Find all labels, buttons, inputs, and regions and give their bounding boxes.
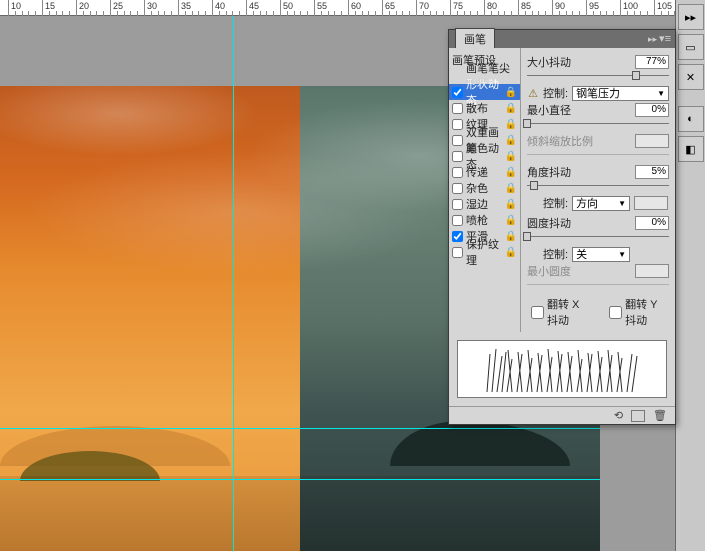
- opt-shape-dynamics[interactable]: 形状动态🔒: [449, 84, 520, 100]
- min-roundness-slider: [527, 280, 669, 290]
- lock-icon: 🔒: [505, 167, 517, 178]
- expand-panels-icon[interactable]: ▸▸: [678, 4, 704, 30]
- angle-jitter-value[interactable]: 5%: [635, 165, 669, 179]
- tilt-scale-value: [635, 134, 669, 148]
- control1-select[interactable]: 钢笔压力▼: [572, 86, 669, 101]
- right-toolbar: ▸▸ ▭ ✕ ◐ ◧: [675, 0, 705, 551]
- angle-jitter-slider[interactable]: [527, 181, 669, 191]
- min-roundness-label: 最小圆度: [527, 263, 571, 279]
- lock-icon: 🔒: [505, 199, 517, 210]
- brush-panel: 画笔 ▸▸ ▾≡ 画笔预设 画笔笔尖形状 形状动态🔒 散布🔒 纹理🔒 双重画笔🔒…: [448, 29, 676, 425]
- control3-select[interactable]: 关▼: [572, 247, 630, 262]
- brush-options-list: 画笔预设 画笔笔尖形状 形状动态🔒 散布🔒 纹理🔒 双重画笔🔒 颜色动态🔒 传递…: [449, 48, 521, 332]
- flip-x-checkbox[interactable]: 翻转 X 抖动: [531, 296, 591, 328]
- lock-icon: 🔒: [505, 135, 517, 146]
- opt-protect-texture[interactable]: 保护纹理🔒: [449, 244, 520, 260]
- lock-icon: 🔒: [505, 247, 517, 258]
- lock-icon: 🔒: [505, 87, 517, 98]
- min-diameter-label: 最小直径: [527, 102, 571, 118]
- warn-icon: ⚠: [527, 87, 539, 100]
- size-jitter-slider[interactable]: [527, 71, 669, 81]
- angle-jitter-label: 角度抖动: [527, 164, 571, 180]
- size-jitter-label: 大小抖动: [527, 54, 571, 70]
- opt-scattering[interactable]: 散布🔒: [449, 100, 520, 116]
- tilt-scale-slider: [527, 150, 669, 160]
- brush-preview: [457, 340, 667, 398]
- guide-vertical[interactable]: [233, 16, 234, 551]
- chevron-down-icon: ▼: [618, 199, 626, 208]
- swatch-icon[interactable]: ◧: [678, 136, 704, 162]
- roundness-jitter-label: 圆度抖动: [527, 215, 571, 231]
- roundness-jitter-value[interactable]: 0%: [635, 216, 669, 230]
- ruler-horizontal: 1015202530354045505560657075808590951001…: [0, 0, 675, 16]
- opt-transfer[interactable]: 传递🔒: [449, 164, 520, 180]
- roundness-jitter-slider[interactable]: [527, 232, 669, 242]
- tilt-scale-label: 倾斜缩放比例: [527, 133, 593, 149]
- new-preset-icon[interactable]: [631, 410, 645, 422]
- min-roundness-value: [635, 264, 669, 278]
- chevron-down-icon: ▼: [657, 89, 665, 98]
- toggle-view-icon[interactable]: ⟲: [614, 409, 623, 422]
- tools-icon[interactable]: ✕: [678, 64, 704, 90]
- lock-icon: 🔒: [505, 103, 517, 114]
- lock-icon: 🔒: [505, 231, 517, 242]
- layers-icon[interactable]: ▭: [678, 34, 704, 60]
- trash-icon[interactable]: 🗑: [653, 409, 667, 422]
- opt-wet-edges[interactable]: 湿边🔒: [449, 196, 520, 212]
- opt-noise[interactable]: 杂色🔒: [449, 180, 520, 196]
- size-jitter-value[interactable]: 77%: [635, 55, 669, 69]
- brush-controls: 大小抖动77% ⚠控制:钢笔压力▼ 最小直径0% 倾斜缩放比例 角度抖动5% 控…: [521, 48, 675, 332]
- panel-tab-bar: 画笔 ▸▸ ▾≡: [449, 30, 675, 48]
- lock-icon: 🔒: [505, 183, 517, 194]
- opt-color-dynamics[interactable]: 颜色动态🔒: [449, 148, 520, 164]
- lock-icon: 🔒: [505, 151, 517, 162]
- panel-menu-icon[interactable]: ▸▸: [648, 34, 657, 45]
- chevron-down-icon: ▼: [618, 250, 626, 259]
- min-diameter-value[interactable]: 0%: [635, 103, 669, 117]
- panel-close-icon[interactable]: ▾≡: [659, 32, 671, 45]
- tab-brush[interactable]: 画笔: [455, 28, 495, 48]
- control2-select[interactable]: 方向▼: [572, 196, 630, 211]
- history-icon[interactable]: ◐: [678, 106, 704, 132]
- min-diameter-slider[interactable]: [527, 119, 669, 129]
- flip-y-checkbox[interactable]: 翻转 Y 抖动: [609, 296, 669, 328]
- opt-airbrush[interactable]: 喷枪🔒: [449, 212, 520, 228]
- guide-horizontal-2[interactable]: [0, 479, 600, 480]
- lock-icon: 🔒: [505, 215, 517, 226]
- guide-horizontal-1[interactable]: [0, 428, 600, 429]
- lock-icon: 🔒: [505, 119, 517, 130]
- panel-footer: ⟲ 🗑: [449, 406, 675, 424]
